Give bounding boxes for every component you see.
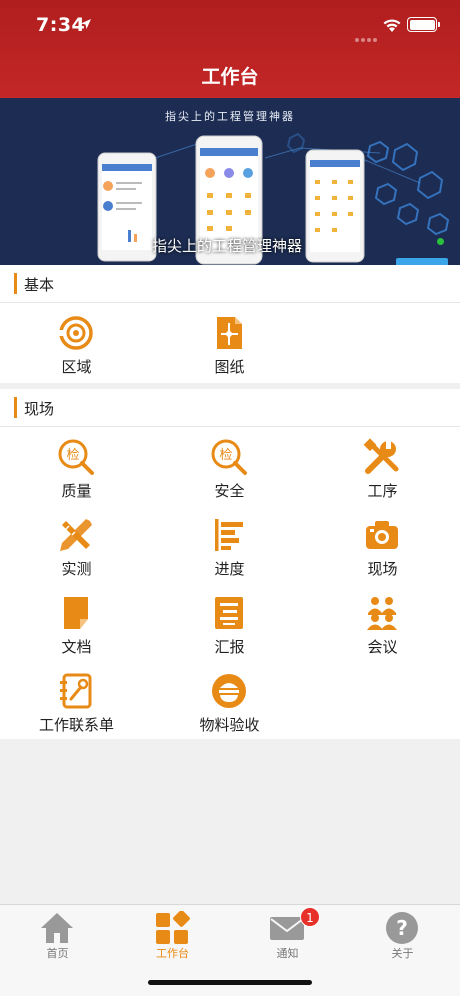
banner-caption: 指尖上的工程管理神器	[152, 237, 303, 255]
svg-text:检: 检	[219, 448, 232, 463]
grid-item-measure[interactable]: 实测	[0, 507, 153, 585]
grid-item-label: 区域	[61, 358, 92, 376]
notification-badge: 1	[300, 907, 320, 927]
grid-item-label: 进度	[214, 560, 245, 578]
inspect-icon: 检	[211, 439, 247, 475]
banner[interactable]: 指尖上的工程管理神器 指尖上的工程管理神器	[0, 98, 460, 265]
wifi-icon	[383, 19, 401, 32]
tools-icon	[363, 438, 399, 474]
section-accent-bar	[14, 397, 17, 418]
grid-item-label: 质量	[61, 482, 92, 500]
grid-item-label: 实测	[61, 560, 92, 578]
tab-label: 工作台	[156, 947, 189, 960]
banner-page-indicator[interactable]	[437, 238, 444, 245]
tab-label: 关于	[391, 947, 414, 960]
grid-item-quality[interactable]: 检 质量	[0, 429, 153, 507]
tab-label: 首页	[46, 947, 69, 960]
signal-icon	[355, 27, 379, 46]
status-time: 7:34	[36, 14, 86, 36]
section-accent-bar	[14, 273, 17, 294]
section-title: 基本	[24, 276, 55, 294]
section-site: 现场 检 质量 检 安全 工序 实测 进度 现场 文档 汇报 会议 工作联系单 …	[0, 389, 460, 739]
ruler-pencil-icon	[60, 519, 92, 551]
grid-item-label: 工作联系单	[38, 716, 114, 734]
contact-form-icon	[60, 673, 92, 709]
section-header: 现场	[0, 389, 460, 427]
grid-item-contact-form[interactable]: 工作联系单	[0, 663, 153, 741]
help-icon: ?	[386, 912, 418, 944]
document-icon	[64, 597, 88, 629]
grid-item-progress[interactable]: 进度	[153, 507, 306, 585]
section-basic: 基本 区域 图纸	[0, 265, 460, 383]
banner-tab-decoration	[396, 258, 448, 265]
grid-item-site[interactable]: 现场	[306, 507, 459, 585]
grid-item-label: 物料验收	[199, 716, 260, 734]
progress-bars-icon	[215, 519, 243, 551]
grid-item-label: 图纸	[214, 358, 245, 376]
section-header: 基本	[0, 265, 460, 303]
header: 7:34 工作台	[0, 0, 460, 98]
grid-item-drawing[interactable]: 图纸	[153, 305, 306, 383]
home-indicator[interactable]	[148, 980, 312, 985]
grid-item-process[interactable]: 工序	[306, 429, 459, 507]
grid-item-docs[interactable]: 文档	[0, 585, 153, 663]
grid-item-label: 文档	[61, 638, 92, 656]
location-arrow-icon	[81, 19, 91, 29]
meeting-icon	[367, 597, 397, 630]
tab-home[interactable]: 首页	[0, 905, 115, 967]
grid-item-material[interactable]: 物料验收	[153, 663, 306, 741]
inspect-icon: 检	[58, 439, 94, 475]
svg-text:检: 检	[66, 448, 79, 463]
grid-item-area[interactable]: 区域	[0, 305, 153, 383]
grid-item-report[interactable]: 汇报	[153, 585, 306, 663]
drawing-icon	[217, 317, 242, 349]
page-title: 工作台	[201, 66, 259, 88]
status-bar: 7:34	[0, 0, 460, 50]
grid-item-label: 汇报	[214, 638, 245, 656]
battery-icon	[407, 17, 440, 32]
grid-item-label: 工序	[367, 482, 398, 500]
report-icon	[215, 597, 243, 629]
home-icon	[41, 913, 73, 943]
grid-item-label: 会议	[367, 638, 398, 656]
section-title: 现场	[24, 400, 55, 418]
tab-notifications[interactable]: 1 通知	[230, 905, 345, 967]
grid-item-label: 现场	[367, 560, 398, 578]
tab-about[interactable]: ? 关于	[345, 905, 460, 967]
grid-item-safety[interactable]: 检 安全	[153, 429, 306, 507]
banner-subtitle: 指尖上的工程管理神器	[165, 110, 295, 123]
tab-label: 通知	[276, 947, 299, 960]
grid-item-label: 安全	[214, 482, 245, 500]
grid-item-meeting[interactable]: 会议	[306, 585, 459, 663]
workbench-icon	[156, 911, 190, 944]
camera-icon	[366, 521, 398, 549]
target-icon	[59, 316, 93, 350]
svg-text:?: ?	[396, 916, 408, 940]
tab-workbench[interactable]: 工作台	[115, 905, 230, 967]
material-icon	[212, 674, 246, 708]
